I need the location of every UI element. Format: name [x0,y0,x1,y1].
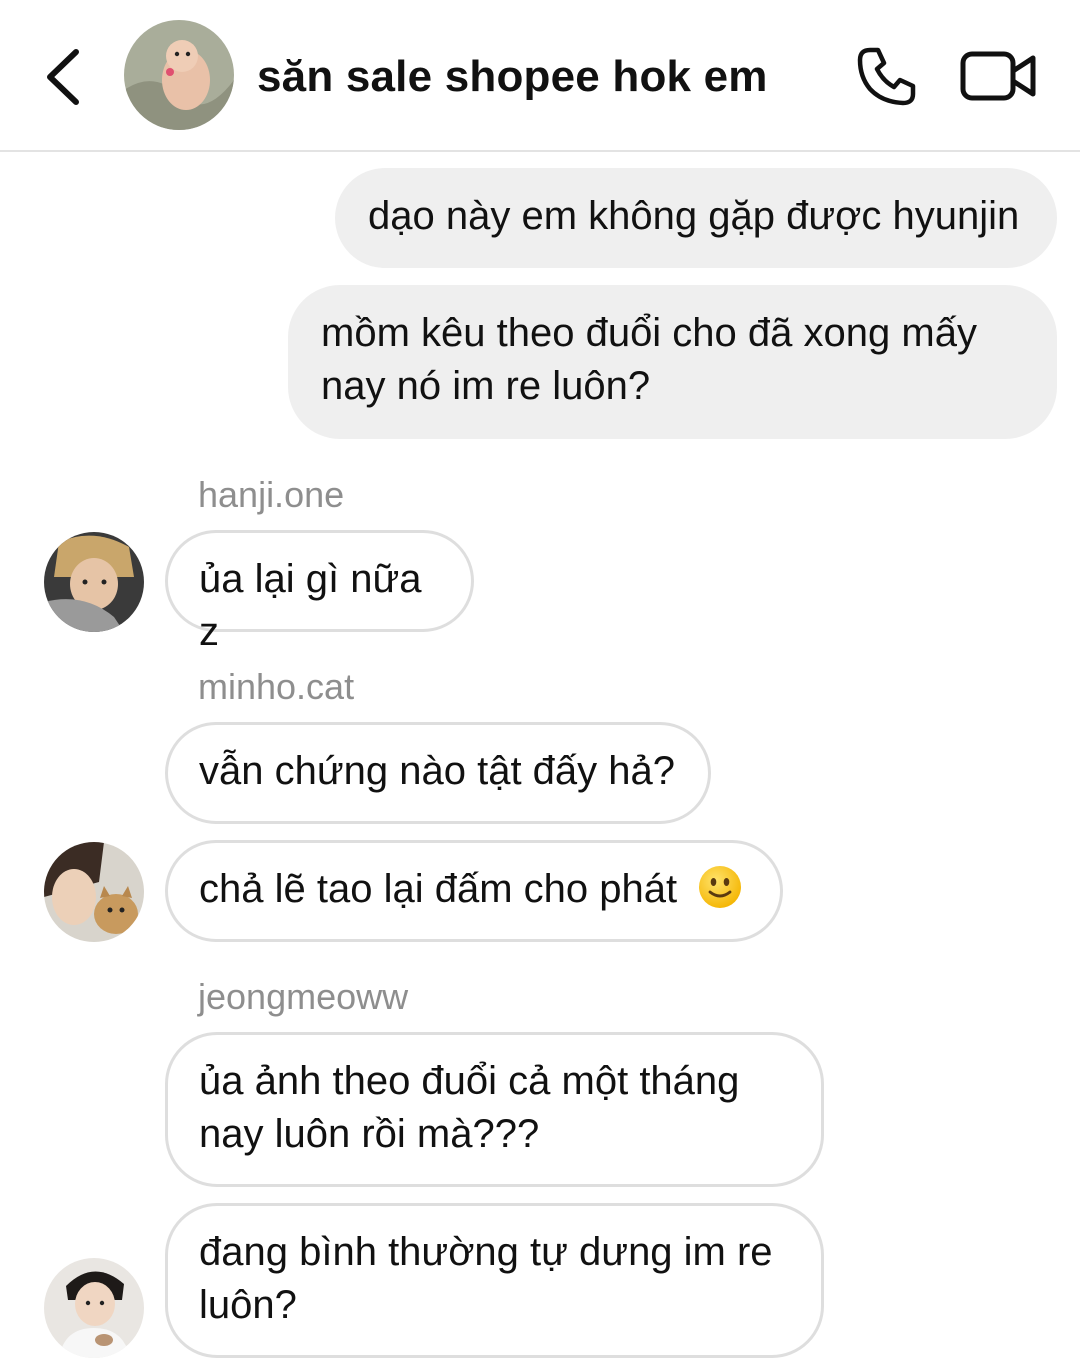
message-text: vẫn chứng nào tật đấy hả? [199,749,676,793]
message-text: chả lẽ tao lại đấm cho phát [199,867,678,911]
sender-name: minho.cat [198,666,355,707]
group-avatar[interactable] [124,20,234,130]
message-text: ủa lại gì nữa z [199,557,422,654]
message-bubble-incoming[interactable]: ủa lại gì nữa z [165,530,474,654]
hamster-photo [124,20,234,130]
sender-name: jeongmeoww [198,976,409,1017]
message-text-line: đang bình thường tự dưng im re [199,1230,773,1274]
user-photo [44,1258,144,1358]
message-bubble-incoming[interactable]: chả lẽ tao lại đấm cho phát [165,840,783,942]
message-bubble-outgoing[interactable]: mồm kêu theo đuổi cho đã xong mấy nay nó… [288,285,1057,439]
message-bubble-incoming[interactable]: vẫn chứng nào tật đấy hả? [165,722,711,824]
message-text-line: mồm kêu theo đuổi cho đã xong mấy [321,311,977,355]
user-photo [44,532,144,632]
message-text-line: luôn? [199,1283,297,1327]
avatar-hanji-one[interactable] [44,532,144,632]
message-bubble-incoming[interactable]: đang bình thường tự dưng im re luôn? [165,1203,824,1358]
call-button[interactable] [856,46,918,108]
message-text-line: ủa ảnh theo đuổi cả một tháng [199,1059,740,1103]
message-text: dạo này em không gặp được hyunjin [368,194,1020,238]
chevron-left-icon [47,49,79,105]
slightly-smiling-face-icon [699,866,742,908]
message-text-line: nay luôn rồi mà??? [199,1112,540,1156]
message-bubble-outgoing[interactable]: dạo này em không gặp được hyunjin [335,168,1057,268]
avatar-minho-cat[interactable] [44,842,144,942]
sender-name: hanji.one [198,474,345,515]
video-camera-icon [960,51,1036,101]
chat-title[interactable]: săn sale shopee hok em [257,52,768,102]
phone-icon [857,47,916,106]
message-text-line: nay nó im re luôn? [321,364,651,408]
chat-header: săn sale shopee hok em [0,0,1080,152]
message-bubble-incoming[interactable]: ủa ảnh theo đuổi cả một tháng nay luôn r… [165,1032,824,1187]
avatar-jeongmeoww[interactable] [44,1258,144,1358]
video-call-button[interactable] [960,50,1038,102]
user-photo [44,842,144,942]
back-button[interactable] [38,42,92,112]
